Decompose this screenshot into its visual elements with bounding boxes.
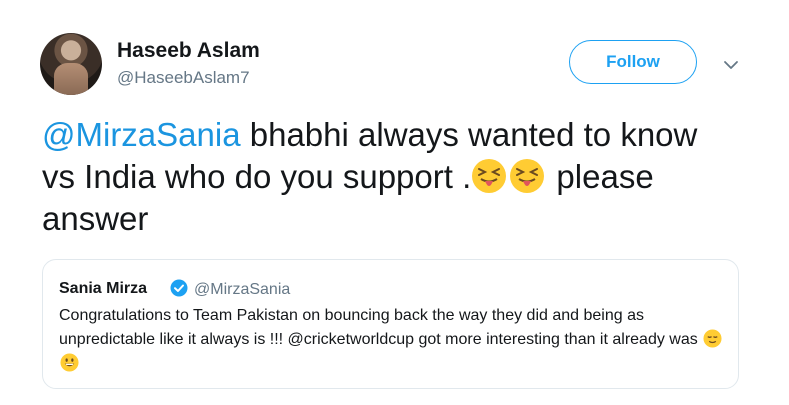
tweet-text-line1: bhabhi always wanted to know [240, 116, 698, 153]
squinting-tongue-emoji-icon [472, 159, 507, 193]
follow-button[interactable]: Follow [569, 40, 697, 84]
quoted-tweet-text: Congratulations to Team Pakistan on boun… [59, 304, 727, 376]
avatar-photo [54, 63, 88, 95]
verified-badge-icon [170, 279, 188, 297]
grinning-face-emoji-icon [60, 353, 79, 372]
tweet-text-line2: vs India who do you support . [42, 158, 472, 195]
quoted-author-name: Sania Mirza [59, 280, 148, 297]
tweet-text: @MirzaSania bhabhi always wanted to know… [42, 114, 742, 240]
author-avatar[interactable] [40, 33, 102, 95]
quoted-author-handle: @MirzaSania [194, 281, 291, 298]
quoted-text-body: Congratulations to Team Pakistan on boun… [59, 307, 698, 348]
tweet-text-line3: answer [42, 200, 149, 237]
author-handle[interactable]: @HaseebAslam7 [117, 68, 250, 88]
mention-link[interactable]: @MirzaSania [42, 116, 241, 153]
squinting-tongue-emoji-icon [510, 159, 545, 193]
quoted-tweet[interactable]: Sania Mirza @MirzaSania Congratulations … [42, 259, 739, 389]
tweet-text-after-emoji: please [547, 158, 654, 195]
relieved-face-emoji-icon [703, 329, 722, 348]
chevron-down-icon[interactable] [722, 56, 740, 74]
author-name[interactable]: Haseeb Aslam [117, 39, 260, 63]
